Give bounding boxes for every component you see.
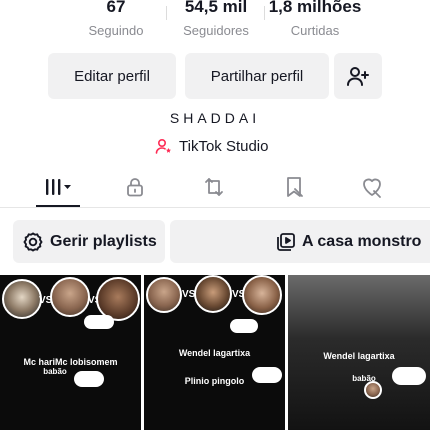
video-caption: Wendel lagartixa bbox=[178, 348, 251, 358]
cloud-graphic bbox=[392, 367, 426, 385]
likes-stat[interactable]: 1,8 milhões Curtidas bbox=[262, 0, 368, 40]
video-caption: babão bbox=[43, 367, 67, 376]
likes-label: Curtidas bbox=[290, 23, 340, 38]
cloud-graphic bbox=[230, 319, 258, 333]
gear-icon bbox=[23, 231, 43, 252]
avatar bbox=[194, 275, 232, 313]
playlist-chip[interactable]: A casa monstro bbox=[170, 220, 430, 263]
followers-label: Seguidores bbox=[183, 23, 249, 38]
video-thumbnail[interactable]: Wendel lagartixa babão bbox=[288, 275, 430, 430]
avatar bbox=[364, 381, 382, 399]
video-caption: Plinio pingolo bbox=[184, 376, 245, 386]
active-tab-indicator bbox=[36, 205, 80, 207]
tab-liked[interactable] bbox=[350, 172, 394, 202]
video-grid: VS VS Mc hariMc lobisomem babão VS VS We… bbox=[0, 275, 430, 430]
following-stat[interactable]: 67 Seguindo bbox=[77, 0, 155, 40]
playlist-name: A casa monstro bbox=[302, 232, 422, 250]
following-label: Seguindo bbox=[88, 23, 144, 38]
add-user-icon bbox=[347, 67, 369, 86]
tab-favorites[interactable] bbox=[272, 172, 316, 202]
edit-profile-button[interactable]: Editar perfil bbox=[48, 53, 176, 99]
profile-bio: SHADDAI bbox=[169, 110, 261, 126]
avatar bbox=[2, 279, 42, 319]
video-caption: babão bbox=[352, 374, 376, 383]
cloud-graphic bbox=[84, 315, 114, 329]
avatar bbox=[50, 277, 90, 317]
share-profile-button[interactable]: Partilhar perfil bbox=[185, 53, 329, 99]
video-thumbnail[interactable]: VS VS Wendel lagartixa Plinio pingolo bbox=[144, 275, 285, 430]
video-caption: Wendel lagartixa bbox=[323, 351, 395, 361]
repost-icon bbox=[205, 178, 223, 196]
followers-count: 54,5 mil bbox=[184, 0, 248, 16]
video-thumbnail[interactable]: VS VS Mc hariMc lobisomem babão bbox=[0, 275, 141, 430]
tab-videos[interactable] bbox=[36, 172, 80, 202]
grid-icon bbox=[46, 179, 71, 195]
video-caption: Mc hariMc lobisomem bbox=[23, 357, 118, 367]
add-friend-button[interactable] bbox=[334, 53, 382, 99]
bookmark-icon bbox=[287, 177, 303, 197]
following-count: 67 bbox=[106, 0, 126, 16]
lock-icon bbox=[127, 178, 143, 197]
tiktok-studio-link[interactable]: TikTok Studio bbox=[155, 136, 268, 156]
manage-playlists-button[interactable]: Gerir playlists bbox=[13, 220, 165, 263]
tab-private[interactable] bbox=[113, 172, 157, 202]
followers-stat[interactable]: 54,5 mil Seguidores bbox=[172, 0, 260, 40]
avatar bbox=[146, 277, 182, 313]
avatar bbox=[242, 275, 282, 315]
liked-heart-icon bbox=[363, 178, 381, 198]
tab-reposts[interactable] bbox=[192, 172, 236, 202]
playlist-icon bbox=[277, 232, 295, 251]
profile-stats: 67 Seguindo 54,5 mil Seguidores 1,8 milh… bbox=[0, 0, 430, 42]
tiktok-studio-label: TikTok Studio bbox=[179, 137, 269, 155]
stat-divider bbox=[166, 6, 167, 20]
creator-user-icon bbox=[155, 138, 171, 154]
likes-count: 1,8 milhões bbox=[268, 0, 362, 16]
manage-playlists-label: Gerir playlists bbox=[50, 232, 157, 250]
profile-tabs bbox=[0, 168, 430, 208]
